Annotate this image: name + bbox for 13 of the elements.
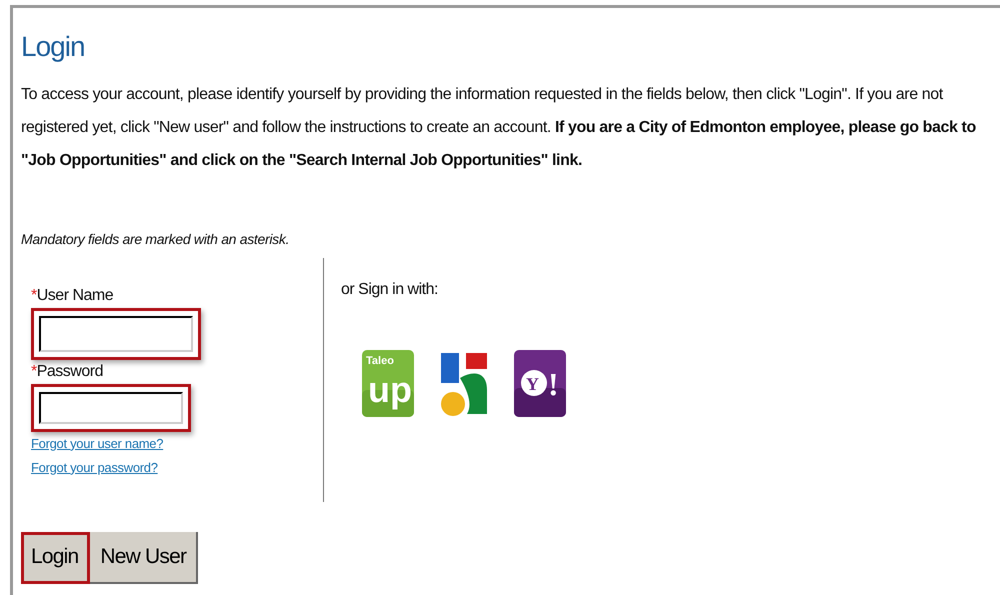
mandatory-note: Mandatory fields are marked with an asterisk. <box>21 230 290 249</box>
input-field[interactable] <box>31 308 201 360</box>
field-label: *Password <box>31 362 104 382</box>
forgot-link[interactable]: Forgot your password? <box>31 458 158 478</box>
new-user-button[interactable]: New User <box>90 532 198 584</box>
page-title: Login <box>21 30 86 64</box>
intro-paragraph: To access your account, please identify yourself by providing the information requested in the fields below, then click "Login". If you are not registered yet, click "New user" and follow the instructions to create an account. If you are a City of Edmonton employee, please go back to "Job Opportunities" and click on the "Search Internal Job Opportunities" link. <box>21 84 977 171</box>
input-field[interactable] <box>31 384 191 432</box>
forgot-link[interactable]: Forgot your user name? <box>31 434 164 454</box>
sign-in-label: or Sign in with: <box>341 280 439 300</box>
yahoo-logo-icon[interactable]: Y! <box>514 350 566 417</box>
field-label: *User Name <box>31 286 114 306</box>
login-button[interactable]: Login <box>21 532 90 584</box>
